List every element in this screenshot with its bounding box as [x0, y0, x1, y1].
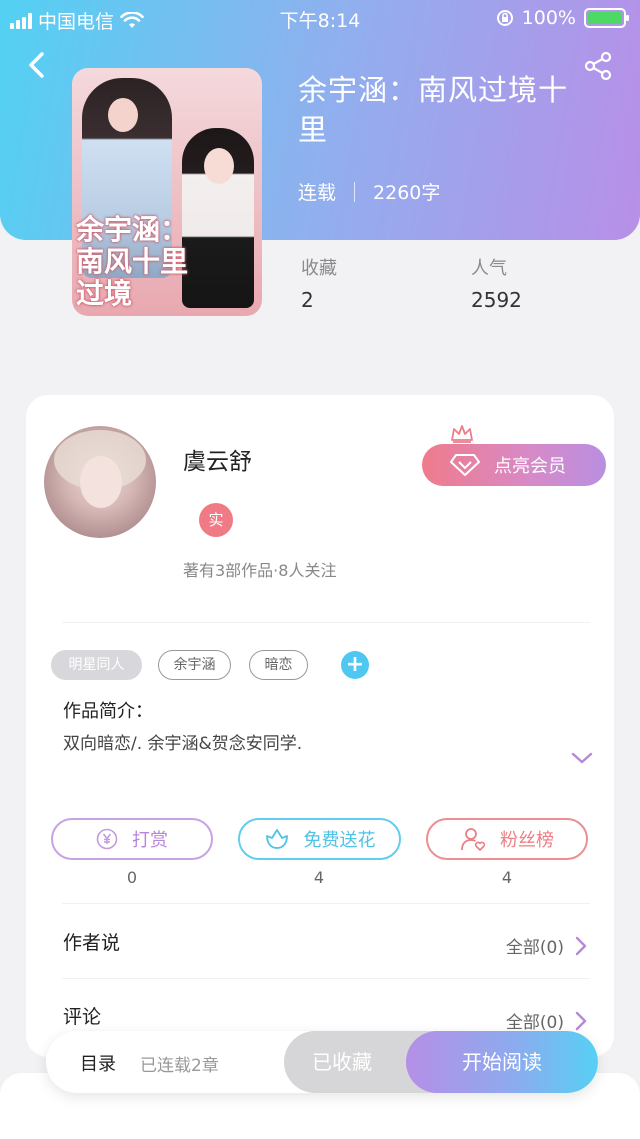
- vip-button-label: 点亮会员: [494, 456, 566, 477]
- popularity-value: 2592: [471, 288, 522, 312]
- reward-button[interactable]: 打赏: [51, 818, 213, 860]
- divider: [62, 903, 590, 904]
- collections-stat: 收藏 2: [301, 254, 337, 312]
- comments-label: 评论: [63, 1006, 102, 1028]
- flower-icon: [265, 829, 288, 849]
- popularity-stat: 人气 2592: [471, 254, 522, 312]
- intro-label: 作品简介：: [63, 701, 153, 722]
- fans-count: 4: [501, 868, 513, 887]
- flower-label: 免费送花: [303, 830, 376, 851]
- toc-button[interactable]: 目录: [80, 1050, 116, 1076]
- author-stats: 著有3部作品·8人关注: [183, 561, 337, 580]
- fans-rank-button[interactable]: 粉丝榜: [426, 818, 588, 860]
- book-cover: 余宇涵：南风十里过境: [72, 68, 262, 316]
- diamond-icon: [450, 454, 480, 476]
- reward-label: 打赏: [132, 830, 168, 851]
- chevron-right-icon: [575, 1011, 587, 1030]
- chevron-right-icon: [575, 936, 587, 955]
- bottom-action-bar: 目录 已连载2章 已收藏 开始阅读: [46, 1031, 598, 1093]
- book-word-count: 2260字: [373, 182, 441, 204]
- comments-all-link[interactable]: 全部(0): [506, 1008, 588, 1033]
- status-right: 100%: [496, 7, 629, 29]
- book-status: 连载: [298, 182, 337, 204]
- chevron-down-icon[interactable]: [570, 750, 594, 766]
- free-flower-button[interactable]: 免费送花: [238, 818, 401, 860]
- comments-all: 全部(0): [505, 1013, 564, 1033]
- user-heart-icon: [461, 828, 486, 851]
- author-says-all: 全部(0): [505, 938, 564, 958]
- author-avatar[interactable]: [44, 426, 156, 538]
- status-bar: 中国电信 下午8:14 100%: [0, 0, 640, 36]
- book-title: 余宇涵：南风过境十里: [298, 73, 569, 147]
- reward-count: 0: [126, 868, 138, 887]
- flower-count: 4: [313, 868, 325, 887]
- cover-title-text: 余宇涵：南风十里过境: [76, 213, 189, 310]
- battery-icon: [584, 8, 629, 28]
- intro-text: 双向暗恋/. 余宇涵&贺念安同学.: [63, 734, 303, 754]
- popularity-label: 人气: [471, 258, 507, 279]
- author-says-label: 作者说: [63, 932, 121, 954]
- back-button[interactable]: [22, 48, 52, 82]
- tag-item[interactable]: 明星同人: [51, 650, 142, 680]
- tag-item[interactable]: 暗恋: [249, 650, 308, 680]
- book-meta: 连载 2260字: [298, 178, 440, 205]
- battery-percent: 100%: [521, 7, 576, 29]
- tag-item[interactable]: 余宇涵: [158, 650, 231, 680]
- chapter-count: 已连载2章: [140, 1056, 219, 1076]
- crown-icon: [451, 425, 473, 443]
- author-name[interactable]: 虞云舒: [183, 442, 252, 476]
- collections-label: 收藏: [301, 258, 337, 279]
- verified-badge: 实: [199, 503, 233, 537]
- collections-value: 2: [301, 288, 314, 312]
- add-tag-button[interactable]: +: [341, 651, 369, 679]
- divider: [62, 978, 590, 979]
- meta-divider: [354, 181, 356, 202]
- yen-icon: [96, 828, 118, 850]
- cover-face: [108, 98, 138, 132]
- cover-face: [204, 148, 234, 184]
- author-says-all-link[interactable]: 全部(0): [506, 933, 588, 958]
- start-reading-button[interactable]: 开始阅读: [406, 1031, 598, 1093]
- vip-button[interactable]: 点亮会员: [422, 444, 606, 486]
- divider: [62, 622, 590, 623]
- fans-label: 粉丝榜: [500, 830, 554, 851]
- orientation-lock-icon: [496, 10, 513, 26]
